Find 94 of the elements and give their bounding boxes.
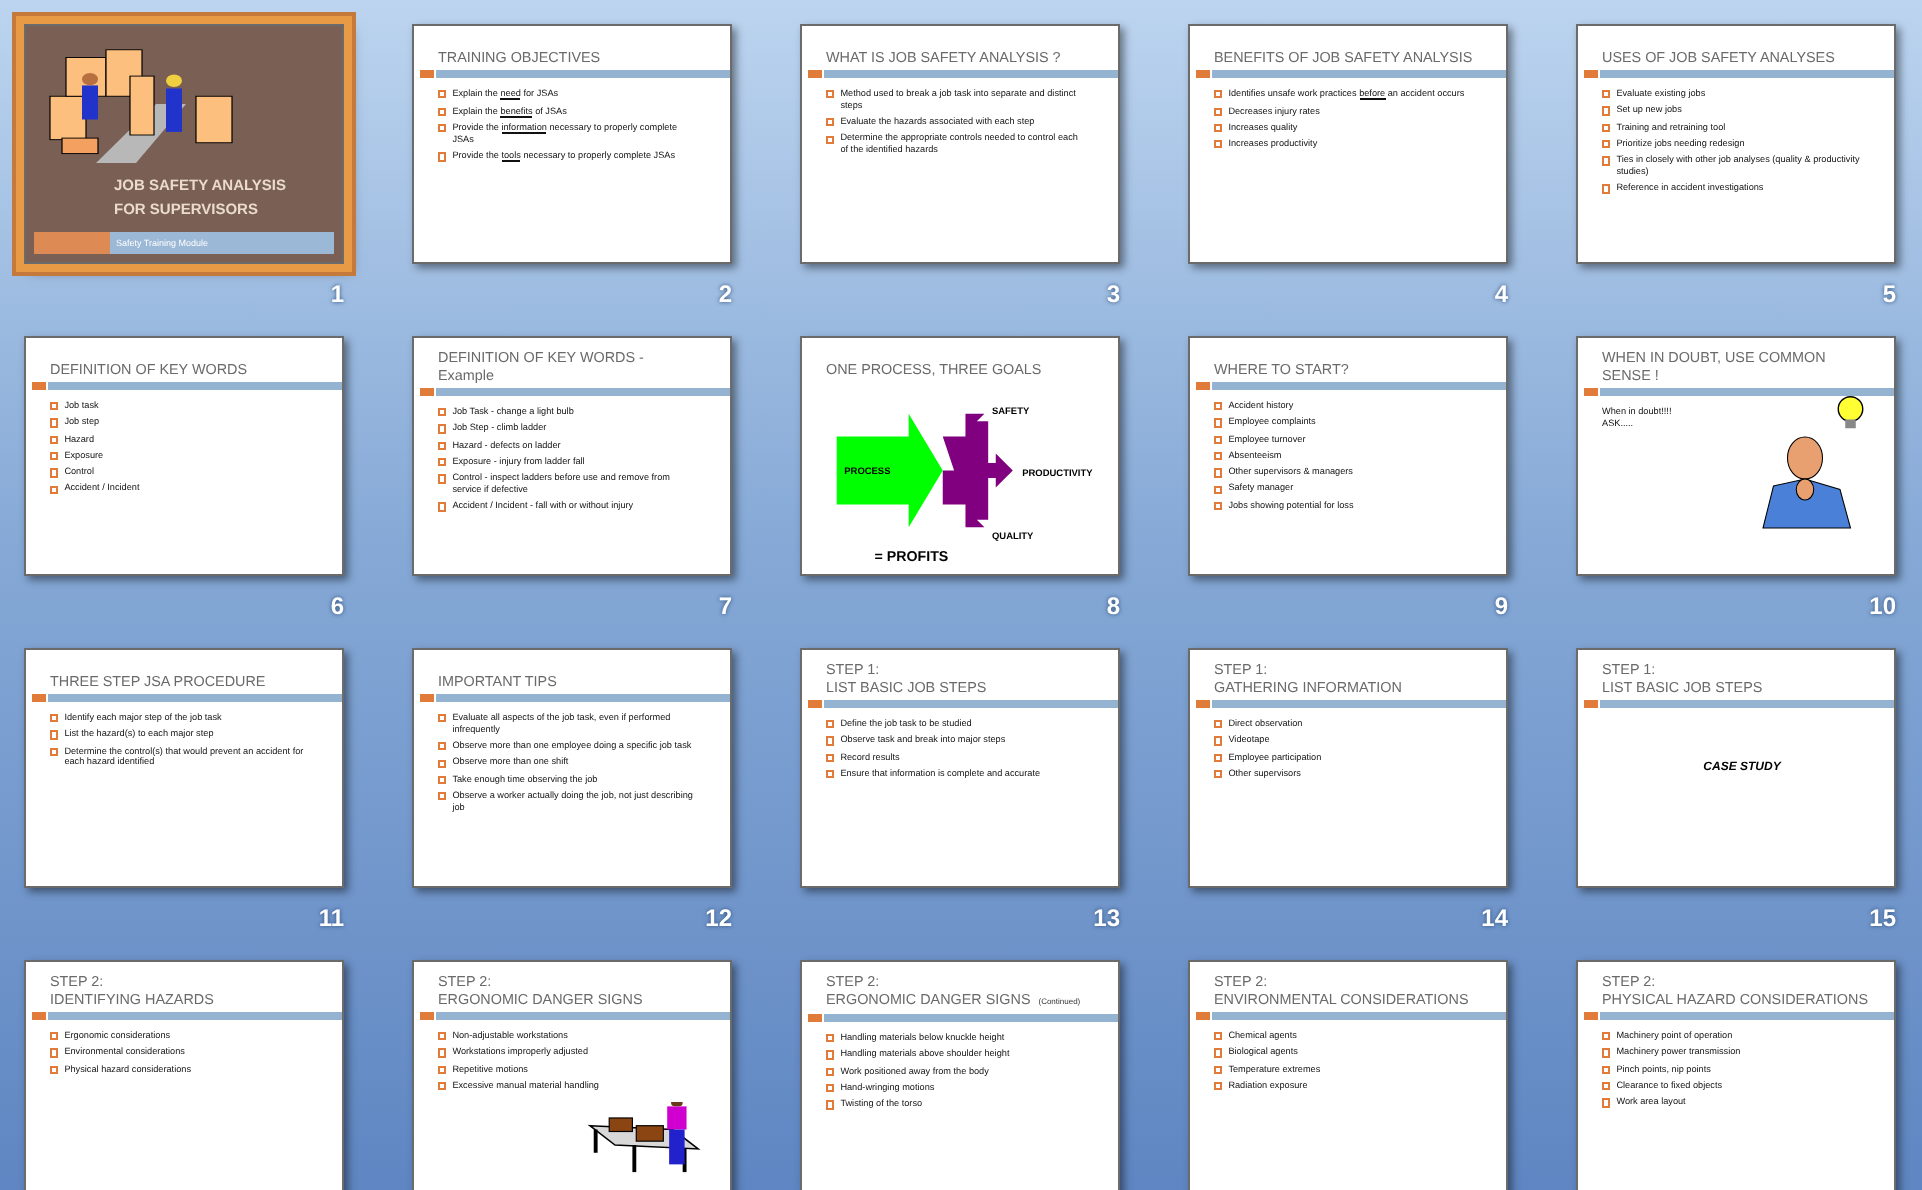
- bullet-icon: [1214, 770, 1223, 779]
- bullet-icon: [438, 714, 447, 723]
- slide-number: 13: [1093, 904, 1120, 932]
- bullet-icon: [826, 720, 835, 729]
- bullet-icon: [1214, 140, 1223, 149]
- slide-number: 5: [1882, 280, 1896, 308]
- bullet-icon: [1214, 90, 1223, 99]
- bullet-icon: [1602, 1065, 1611, 1074]
- slide-number: 6: [330, 592, 344, 620]
- bullet-icon: [50, 452, 59, 461]
- bullet-icon: [826, 90, 835, 99]
- slide-number: 9: [1494, 592, 1508, 620]
- slide-thumbnail[interactable]: [800, 24, 1120, 264]
- bullet-icon: [438, 424, 447, 434]
- bullet-icon: [826, 753, 835, 762]
- bullet-icon: [1214, 501, 1223, 511]
- bullet-icon: [1602, 90, 1611, 99]
- bullet-icon: [50, 435, 59, 444]
- bullet-icon: [1214, 107, 1223, 116]
- bullet-icon: [1214, 753, 1223, 762]
- bullet-icon: [826, 1067, 835, 1076]
- bullet-icon: [1602, 106, 1611, 116]
- bullet-icon: [826, 1084, 835, 1093]
- bullet-icon: [826, 1034, 835, 1043]
- bullet-icon: [438, 441, 447, 450]
- slide-number: 10: [1869, 592, 1896, 620]
- bullet-icon: [1214, 1082, 1223, 1091]
- bullet-icon: [826, 1100, 835, 1110]
- slide-thumbnail[interactable]: [412, 336, 732, 576]
- slide-thumbnail[interactable]: [412, 648, 732, 888]
- bullet-icon: [50, 1032, 59, 1041]
- slide-number: 11: [318, 904, 344, 932]
- bullet-icon: [1214, 418, 1223, 428]
- slide-number: 3: [1106, 280, 1120, 308]
- bullet-icon: [1214, 402, 1223, 411]
- bullet-icon: [438, 90, 447, 99]
- bullet-icon: [438, 1032, 447, 1041]
- bullet-icon: [826, 770, 835, 779]
- bullet-icon: [438, 759, 447, 768]
- bullet-icon: [50, 418, 59, 428]
- bullet-icon: [1602, 156, 1611, 166]
- slide-number: 2: [718, 280, 732, 308]
- bullet-icon: [50, 1065, 59, 1074]
- slide-number: 4: [1494, 280, 1508, 308]
- bullet-icon: [438, 775, 447, 785]
- bullet-icon: [438, 1082, 447, 1091]
- slide-number: 1: [330, 280, 344, 308]
- bullet-icon: [438, 1048, 447, 1058]
- slide-number: 7: [718, 592, 732, 620]
- bullet-icon: [826, 118, 835, 127]
- bullet-icon: [50, 747, 59, 756]
- bullet-icon: [1214, 1065, 1223, 1074]
- bullet-icon: [1602, 123, 1611, 132]
- bullet-icon: [50, 402, 59, 411]
- bullet-icon: [1214, 435, 1223, 444]
- bullet-icon: [1214, 452, 1223, 461]
- bullet-icon: [1602, 1032, 1611, 1041]
- bullet-icon: [1602, 184, 1611, 194]
- bullet-icon: [50, 485, 59, 494]
- bullet-icon: [826, 736, 835, 746]
- bullet-icon: [826, 135, 835, 144]
- bullet-icon: [50, 1048, 59, 1058]
- bullet-icon: [1214, 1048, 1223, 1058]
- bullet-icon: [438, 502, 447, 512]
- slide-thumbnail[interactable]: [1576, 24, 1896, 264]
- slide-thumbnail[interactable]: [800, 960, 1120, 1190]
- bullet-icon: [1214, 123, 1223, 133]
- bullet-icon: [438, 124, 447, 133]
- bullet-icon: [50, 468, 59, 478]
- bullet-icon: [438, 152, 447, 162]
- bullet-icon: [1214, 720, 1223, 729]
- bullet-icon: [438, 458, 447, 467]
- bullet-icon: [1602, 1082, 1611, 1091]
- bullet-icon: [50, 730, 59, 740]
- bullet-icon: [1602, 1098, 1611, 1108]
- bullet-icon: [438, 792, 447, 801]
- bullet-icon: [438, 742, 447, 751]
- bullet-icon: [1214, 485, 1223, 494]
- bullet-icon: [1602, 1048, 1611, 1058]
- accent-block: [34, 232, 110, 254]
- slide-number: 15: [1869, 904, 1896, 932]
- bullet-icon: [1214, 736, 1223, 746]
- bullet-icon: [438, 408, 447, 417]
- bullet-icon: [438, 1065, 447, 1074]
- bullet-icon: [438, 107, 447, 116]
- bullet-icon: [438, 474, 447, 484]
- bullet-icon: [50, 714, 59, 723]
- bullet-icon: [1602, 140, 1611, 149]
- slide-number: 14: [1481, 904, 1508, 932]
- bullet-icon: [1214, 468, 1223, 478]
- slide-number: 8: [1106, 592, 1120, 620]
- slide-number: 12: [705, 904, 732, 932]
- bullet-icon: [1214, 1032, 1223, 1041]
- bullet-icon: [826, 1050, 835, 1060]
